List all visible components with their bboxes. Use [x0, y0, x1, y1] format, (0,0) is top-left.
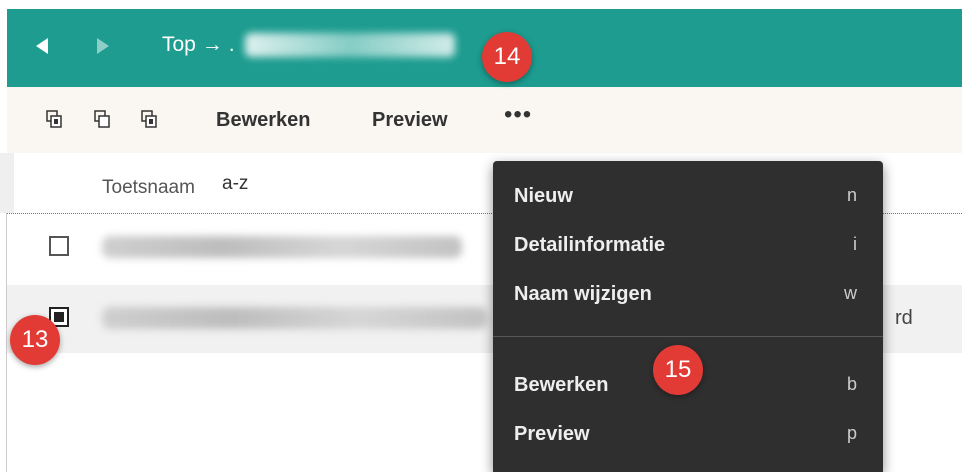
menu-item-shortcut: w	[844, 283, 857, 303]
context-menu: Nieuw n Detailinformatie i Naam wijzigen…	[493, 161, 883, 472]
select-none-icon[interactable]	[94, 110, 110, 128]
preview-button[interactable]: Preview	[372, 109, 448, 132]
sort-indicator[interactable]: a-z	[222, 173, 248, 195]
menu-item-detailinformatie[interactable]: Detailinformatie i	[493, 221, 883, 269]
column-title-toetsnaam[interactable]: Toetsnaam	[102, 177, 195, 199]
menu-item-label: Nieuw	[514, 185, 573, 207]
row-status-fragment: rd	[895, 307, 913, 329]
breadcrumb-root[interactable]: Top →	[162, 33, 223, 57]
menu-item-nieuw[interactable]: Nieuw n	[493, 172, 883, 220]
annotation-badge-15: 15	[653, 345, 703, 395]
menu-item-label: Naam wijzigen	[514, 283, 652, 305]
row-name-redacted	[102, 236, 462, 258]
menu-separator	[493, 336, 883, 337]
invert-selection-icon[interactable]	[141, 110, 157, 128]
row-name-redacted	[102, 307, 487, 329]
breadcrumb-redacted	[244, 33, 455, 57]
menu-item-shortcut: p	[846, 423, 857, 443]
breadcrumb: Top → .	[162, 33, 455, 57]
menu-item-shortcut: n	[846, 185, 857, 205]
more-options-icon[interactable]: •••	[504, 101, 532, 129]
edit-button[interactable]: Bewerken	[216, 109, 311, 132]
row-checkbox[interactable]	[49, 236, 69, 256]
forward-arrow-icon[interactable]	[97, 38, 109, 54]
menu-item-label: Detailinformatie	[514, 234, 666, 256]
menu-item-naam-wijzigen[interactable]: Naam wijzigen w	[493, 270, 883, 318]
menu-item-preview[interactable]: Preview p	[493, 410, 883, 458]
back-arrow-icon[interactable]	[36, 38, 48, 54]
menu-item-shortcut: i	[853, 234, 857, 254]
menu-item-label: Bewerken	[514, 374, 609, 396]
annotation-badge-14: 14	[482, 32, 532, 82]
menu-item-shortcut: b	[846, 374, 857, 394]
annotation-badge-13: 13	[10, 315, 60, 365]
breadcrumb-current[interactable]: .	[229, 33, 235, 57]
menu-item-label: Preview	[514, 423, 590, 445]
select-all-icon[interactable]	[46, 110, 62, 128]
toolbar: Bewerken Preview •••	[7, 87, 962, 153]
